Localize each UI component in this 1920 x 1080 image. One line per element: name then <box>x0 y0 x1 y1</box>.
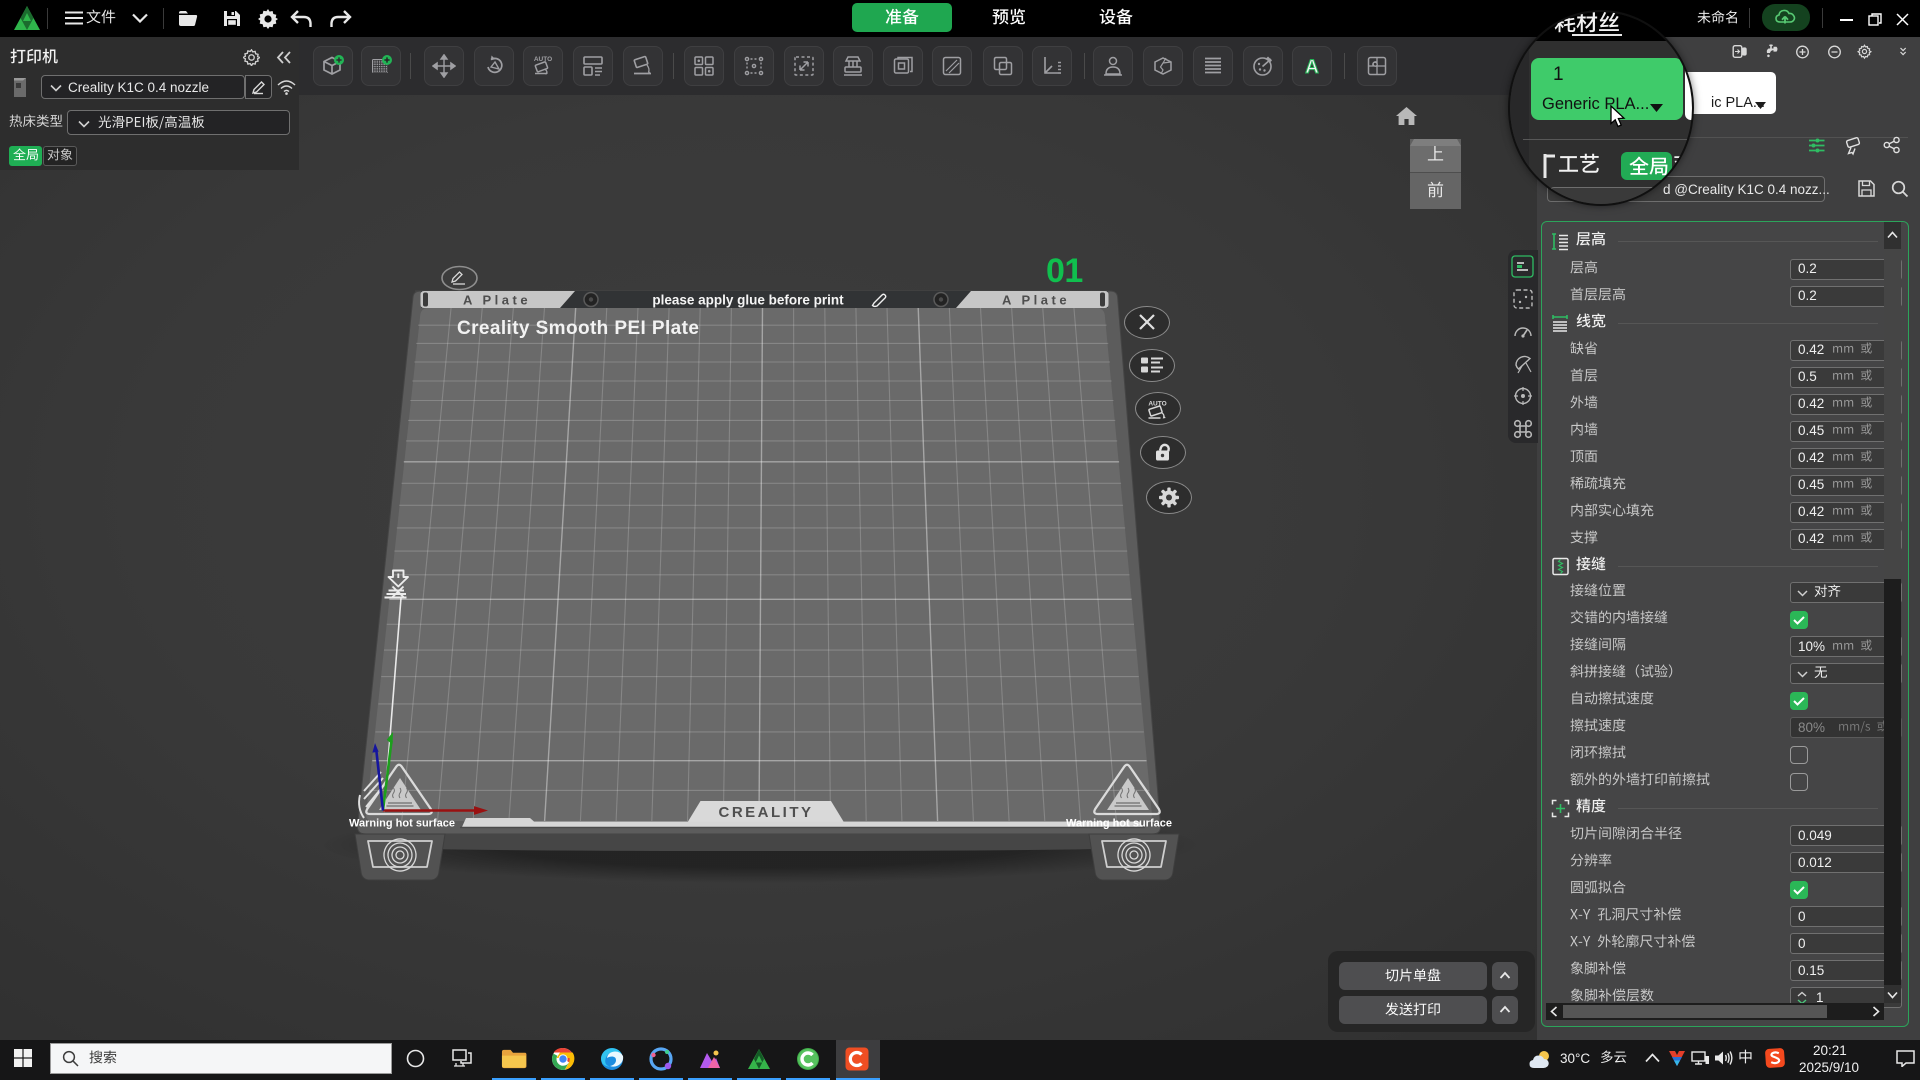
svg-text:A Plate: A Plate <box>1002 293 1070 308</box>
svg-text:please apply glue before print: please apply glue before print <box>652 293 844 308</box>
svg-text:A: A <box>1305 57 1319 78</box>
svg-text:Creality Smooth PEI Plate: Creality Smooth PEI Plate <box>457 318 699 339</box>
svg-text:A Plate: A Plate <box>463 293 531 308</box>
svg-text:CREALITY: CREALITY <box>719 804 814 821</box>
svg-text:Warning hot surface: Warning hot surface <box>349 818 455 830</box>
svg-text:Warning hot surface: Warning hot surface <box>1066 818 1172 830</box>
